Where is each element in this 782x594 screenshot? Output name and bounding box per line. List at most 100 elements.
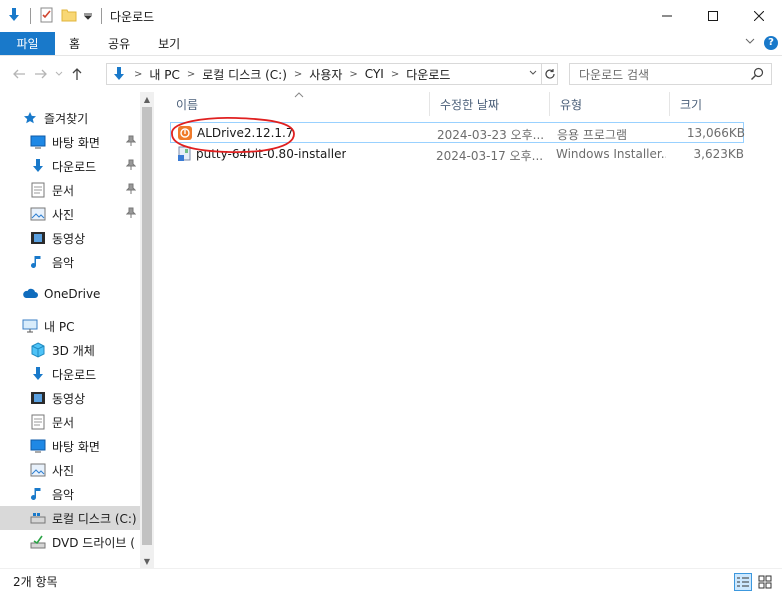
file-size: 13,066KB (686, 126, 745, 140)
breadcrumb-chevron-icon[interactable]: > (294, 69, 302, 80)
sidebar-item-9[interactable]: 3D 개체 (0, 338, 140, 362)
minimize-button[interactable] (644, 0, 690, 32)
toolbar-separator (30, 8, 31, 24)
file-size: 3,623KB (693, 147, 744, 161)
tab-file[interactable]: 파일 (0, 32, 55, 55)
sidebar-item-label: 3D 개체 (52, 343, 95, 358)
breadcrumb-chevron-icon[interactable]: > (187, 69, 195, 80)
sidebar-item-label: 바탕 화면 (52, 135, 100, 150)
sidebar-item-label: 사진 (52, 463, 75, 478)
breadcrumb-downloads[interactable]: 다운로드 (406, 66, 450, 83)
sidebar-item-label: 동영상 (52, 231, 86, 246)
maximize-button[interactable] (690, 0, 736, 32)
file-type: 응용 프로그램 (557, 128, 628, 142)
maximize-icon (708, 11, 718, 21)
file-list: 이름 수정한 날짜 유형 크기 ALDrive2.12.1.7 2024-03-… (166, 92, 782, 568)
tab-view[interactable]: 보기 (144, 32, 194, 55)
sidebar-item-label: OneDrive (44, 287, 101, 301)
back-button[interactable] (8, 63, 30, 85)
pin-icon (125, 183, 137, 198)
cube-icon (30, 342, 46, 358)
breadcrumb: > 내 PC > 로컬 디스크 (C:) > 사용자 > CYI > 다운로드 (127, 66, 450, 83)
sidebar-item-0[interactable]: 즐겨찾기 (0, 106, 140, 130)
cloud-icon (22, 286, 38, 302)
sidebar-item-16[interactable]: 로컬 디스크 (C:) (0, 506, 140, 530)
breadcrumb-chevron-icon[interactable]: > (391, 69, 399, 80)
sidebar-item-6[interactable]: 음악 (0, 250, 140, 274)
scroll-down-icon[interactable]: ▼ (140, 554, 154, 568)
sidebar-item-label: 내 PC (44, 319, 75, 334)
sidebar-item-label: 음악 (52, 255, 75, 270)
navigation-bar: > 내 PC > 로컬 디스크 (C:) > 사용자 > CYI > 다운로드 … (0, 56, 782, 92)
column-header-modified[interactable]: 수정한 날짜 (430, 92, 550, 116)
large-icons-view-button[interactable] (756, 573, 774, 591)
column-header-size[interactable]: 크기 (670, 92, 750, 116)
properties-icon[interactable] (39, 7, 55, 26)
sidebar-item-label: 사진 (52, 207, 75, 222)
tab-home[interactable]: 홈 (55, 32, 94, 55)
up-button[interactable] (66, 63, 88, 85)
chevron-down-icon (55, 71, 63, 76)
sidebar-item-label: 문서 (52, 415, 75, 430)
pin-icon (125, 159, 137, 174)
breadcrumb-local-disk[interactable]: 로컬 디스크 (C:) (202, 66, 287, 83)
sidebar-item-13[interactable]: 바탕 화면 (0, 434, 140, 458)
forward-button[interactable] (30, 63, 52, 85)
recent-locations-button[interactable] (52, 63, 66, 85)
sidebar-item-8[interactable]: 내 PC (0, 314, 140, 338)
sidebar-item-11[interactable]: 동영상 (0, 386, 140, 410)
minimize-icon (662, 15, 672, 17)
window-controls (644, 0, 782, 32)
pictures-icon (30, 206, 46, 222)
breadcrumb-users[interactable]: 사용자 (309, 66, 342, 83)
sidebar-item-3[interactable]: 문서 (0, 178, 140, 202)
download-folder-icon (111, 66, 127, 82)
close-button[interactable] (736, 0, 782, 32)
help-icon[interactable]: ? (764, 35, 778, 50)
sidebar-item-label: 바탕 화면 (52, 439, 100, 454)
address-bar[interactable]: > 내 PC > 로컬 디스크 (C:) > 사용자 > CYI > 다운로드 (106, 63, 558, 85)
music-icon (30, 254, 46, 270)
search-box[interactable]: 다운로드 검색 (569, 63, 772, 85)
pin-icon (125, 207, 137, 222)
toolbar-separator (101, 8, 102, 24)
refresh-icon (544, 69, 555, 79)
expand-ribbon-icon[interactable] (744, 35, 756, 50)
sidebar-item-7[interactable]: OneDrive (0, 282, 140, 306)
quick-access-toolbar (0, 7, 104, 26)
file-modified: 2024-03-17 오후... (436, 149, 544, 163)
sidebar-item-17[interactable]: DVD 드라이브 ( (0, 530, 140, 554)
scrollbar-thumb[interactable] (142, 107, 152, 545)
sidebar-item-14[interactable]: 사진 (0, 458, 140, 482)
address-tail (525, 64, 557, 84)
desktop-icon (30, 134, 46, 150)
sidebar-item-1[interactable]: 바탕 화면 (0, 130, 140, 154)
breadcrumb-cyi[interactable]: CYI (365, 67, 384, 81)
sidebar-item-12[interactable]: 문서 (0, 410, 140, 434)
new-folder-icon[interactable] (61, 7, 77, 26)
desktop-icon (30, 438, 46, 454)
sidebar-item-5[interactable]: 동영상 (0, 226, 140, 250)
scroll-up-icon[interactable]: ▲ (140, 92, 154, 106)
document-icon (30, 182, 46, 198)
breadcrumb-chevron-icon[interactable]: > (349, 69, 357, 80)
breadcrumb-my-pc[interactable]: 내 PC (149, 66, 179, 83)
video-icon (30, 390, 46, 406)
file-type: Windows Installer... (556, 147, 666, 161)
column-header-type[interactable]: 유형 (550, 92, 670, 116)
sidebar-item-4[interactable]: 사진 (0, 202, 140, 226)
back-arrow-icon (13, 69, 25, 79)
details-view-button[interactable] (734, 573, 752, 591)
close-icon (754, 11, 764, 21)
sidebar-item-15[interactable]: 음악 (0, 482, 140, 506)
navigation-pane-scrollbar[interactable]: ▲ ▼ (140, 92, 154, 568)
sidebar-item-2[interactable]: 다운로드 (0, 154, 140, 178)
sidebar-item-10[interactable]: 다운로드 (0, 362, 140, 386)
star-icon (22, 110, 38, 126)
customize-dropdown-icon[interactable] (83, 9, 93, 23)
tab-share[interactable]: 공유 (94, 32, 144, 55)
dvd-icon (30, 534, 46, 550)
search-input[interactable]: 다운로드 검색 (579, 66, 649, 83)
address-history-chevron-icon[interactable] (525, 69, 541, 80)
refresh-button[interactable] (541, 64, 557, 84)
